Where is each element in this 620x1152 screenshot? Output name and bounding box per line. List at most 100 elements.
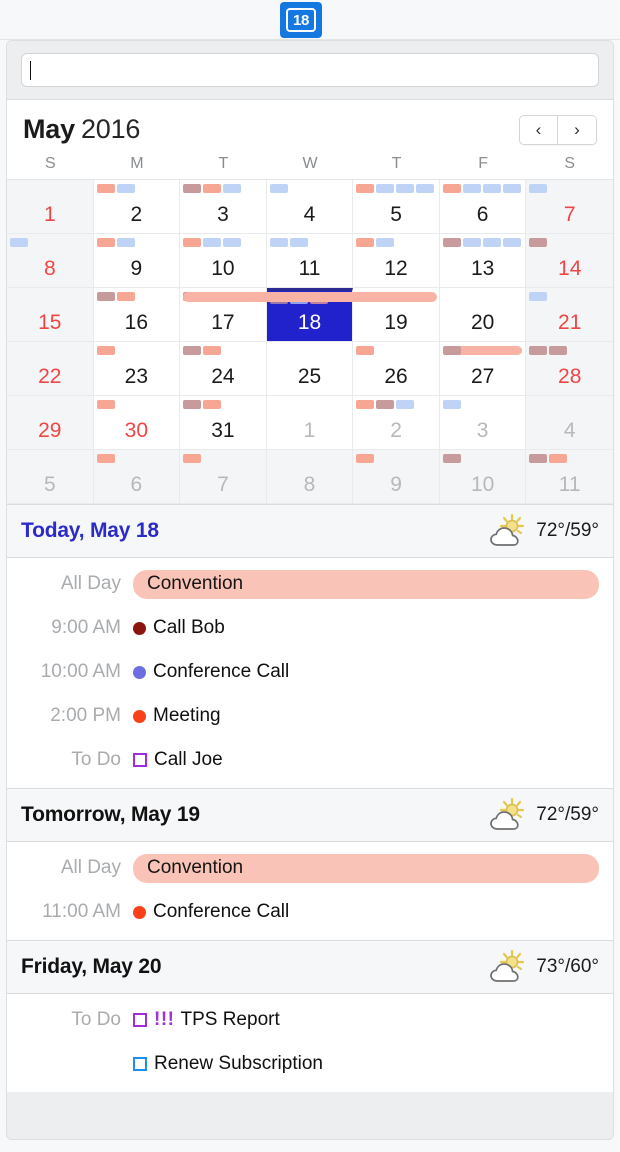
event-body: Conference Call [133,661,599,683]
day-cell[interactable]: 10 [439,450,527,504]
day-cell[interactable]: 20 [439,288,527,342]
agenda-day-header[interactable]: Tomorrow, May 19 72°/59° [7,788,613,842]
agenda-event-row[interactable]: Renew Subscription [7,1042,613,1086]
event-pip [183,292,202,301]
agenda-event-row[interactable]: To Do Call Joe [7,738,613,782]
day-cell[interactable]: 7 [526,180,613,234]
agenda-day-title: Today, May 18 [21,519,159,542]
agenda-event-row[interactable]: 10:00 AM Conference Call [7,650,613,694]
day-cell[interactable]: 14 [526,234,613,288]
search-input[interactable] [21,53,599,87]
event-body: Conference Call [133,901,599,923]
event-pip [442,238,461,247]
calendar-icon[interactable]: 18 [280,2,322,38]
day-cell[interactable]: 3 [180,180,267,234]
agenda-event-row[interactable]: 11:00 AM Conference Call [7,890,613,934]
event-pips [529,454,610,463]
day-cell[interactable]: 21 [526,288,613,342]
day-cell[interactable]: 8 [7,234,94,288]
agenda-day-header[interactable]: Friday, May 20 73°/60° [7,940,613,994]
todo-checkbox[interactable] [133,1013,147,1027]
day-cell[interactable]: 3 [439,396,527,450]
day-cell[interactable]: 28 [526,342,613,396]
agenda-event-row[interactable]: All Day Convention [7,562,613,606]
todo-checkbox[interactable] [133,753,147,767]
agenda-event-row[interactable]: 9:00 AM Call Bob [7,606,613,650]
event-body: Convention [133,569,599,599]
day-number: 3 [217,203,229,226]
event-pips [442,238,523,247]
day-number: 8 [303,473,316,496]
event-pip [203,184,222,193]
day-cell[interactable]: 15 [7,288,94,342]
event-time: All Day [60,573,121,594]
day-cell[interactable]: 1 [7,180,94,234]
day-cell[interactable]: 17 [180,288,267,342]
weather-temperature: 73°/60° [536,956,599,977]
day-cell[interactable]: 19 [353,288,440,342]
day-cell[interactable]: 9 [93,234,181,288]
agenda-event-row[interactable]: 2:00 PM Meeting [7,694,613,738]
weather-summary: 73°/60° [488,950,599,984]
day-cell[interactable]: 8 [266,450,354,504]
event-label: Conference Call [153,901,290,922]
event-pip [96,292,115,301]
day-number: 22 [38,365,62,388]
all-day-event-pill[interactable]: Convention [133,569,599,599]
event-pips [269,238,350,247]
event-pips [183,346,263,355]
event-pips [356,238,436,247]
event-pip [223,238,242,247]
all-day-event-pill[interactable]: Convention [133,853,599,883]
day-cell[interactable]: 13 [439,234,527,288]
month-nav: ‹ › [519,114,597,145]
day-number: 5 [390,203,402,226]
event-label: TPS Report [180,1009,280,1030]
day-number: 31 [211,419,235,442]
day-cell[interactable]: 7 [180,450,267,504]
sun-behind-cloud-icon [490,798,525,830]
day-cell[interactable]: 26 [353,342,440,396]
day-cell-selected[interactable]: 18 [266,288,354,342]
day-cell[interactable]: 5 [353,180,440,234]
event-pip [289,238,308,247]
day-cell[interactable]: 2 [93,180,181,234]
day-cell[interactable]: 6 [439,180,527,234]
day-cell[interactable]: 25 [266,342,354,396]
agenda-day-header[interactable]: Today, May 18 72°/59° [7,504,613,558]
day-cell[interactable]: 23 [93,342,181,396]
event-pip [356,346,375,355]
day-cell[interactable]: 1 [266,396,354,450]
day-cell[interactable]: 24 [180,342,267,396]
day-cell[interactable]: 11 [266,234,354,288]
day-cell[interactable]: 4 [266,180,354,234]
day-cell[interactable]: 2 [353,396,440,450]
day-number: 1 [43,203,56,226]
event-pip [183,346,202,355]
event-pips [529,292,610,301]
agenda-event-row[interactable]: To Do!!! TPS Report [7,998,613,1042]
next-month-button[interactable]: › [558,115,596,144]
day-cell[interactable]: 10 [180,234,267,288]
agenda-event-row[interactable]: All Day Convention [7,846,613,890]
day-cell[interactable]: 4 [526,396,613,450]
day-cell[interactable]: 5 [7,450,94,504]
day-cell[interactable]: 29 [7,396,94,450]
prev-month-button[interactable]: ‹ [520,115,558,144]
day-cell[interactable]: 22 [7,342,94,396]
todo-checkbox[interactable] [133,1057,147,1071]
day-cell[interactable]: 11 [526,450,613,504]
day-cell[interactable]: 30 [93,396,181,450]
day-cell[interactable]: 27 [439,342,527,396]
event-pip [96,454,115,463]
day-cell[interactable]: 6 [93,450,181,504]
day-cell[interactable]: 31 [180,396,267,450]
day-cell[interactable]: 16 [93,288,181,342]
day-cell[interactable]: 12 [353,234,440,288]
day-cell[interactable]: 9 [353,450,440,504]
weekday-label-0: S [44,155,56,172]
day-number: 11 [298,257,321,280]
day-number: 28 [558,365,582,388]
event-body: Renew Subscription [133,1053,599,1075]
event-pips [96,238,177,247]
